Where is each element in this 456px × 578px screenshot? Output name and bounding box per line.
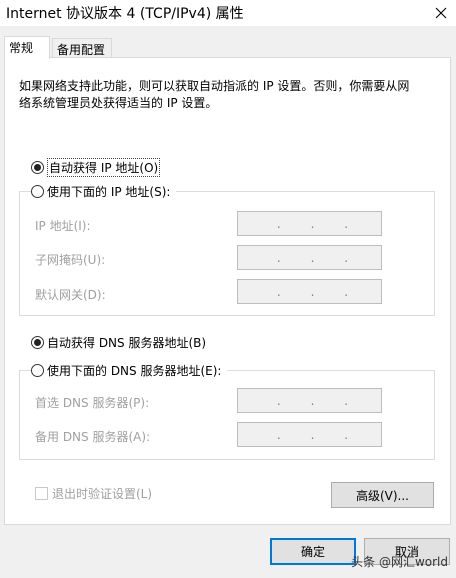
ip-manual-radio[interactable]: 使用下面的 IP 地址(S): bbox=[31, 183, 177, 200]
ip-dot: . bbox=[344, 393, 349, 408]
ip-dot: . bbox=[276, 216, 281, 231]
radio-button bbox=[31, 336, 44, 349]
checkbox-box bbox=[35, 487, 48, 500]
tab-strip: 常规 备用配置 bbox=[0, 36, 456, 59]
ip-dot: . bbox=[344, 427, 349, 442]
default-gateway-label: 默认网关(D): bbox=[35, 288, 106, 302]
ip-dot: . bbox=[344, 284, 349, 299]
ip-dot: . bbox=[344, 250, 349, 265]
tab-alternate-config-label: 备用配置 bbox=[57, 43, 106, 57]
ip-manual-label: 使用下面的 IP 地址(S): bbox=[47, 185, 171, 199]
ip-dot: . bbox=[276, 250, 281, 265]
advanced-button[interactable]: 高级(V)... bbox=[331, 482, 434, 508]
advanced-button-label: 高级(V)... bbox=[355, 488, 410, 503]
ip-dot: . bbox=[310, 393, 315, 408]
ip-dot: . bbox=[310, 250, 315, 265]
ip-dot: . bbox=[310, 284, 315, 299]
dns-auto-radio[interactable]: 自动获得 DNS 服务器地址(B) bbox=[31, 334, 206, 351]
ip-dot: . bbox=[310, 216, 315, 231]
title-bar: Internet 协议版本 4 (TCP/IPv4) 属性 bbox=[0, 0, 456, 26]
ok-button[interactable]: 确定 bbox=[270, 538, 356, 565]
alternate-dns-input[interactable]: . . . bbox=[237, 422, 382, 447]
close-icon bbox=[435, 7, 447, 19]
ip-dot: . bbox=[276, 284, 281, 299]
ip-dot: . bbox=[276, 393, 281, 408]
window-title: Internet 协议版本 4 (TCP/IPv4) 属性 bbox=[6, 6, 244, 22]
radio-button bbox=[31, 161, 44, 174]
general-panel: 如果网络支持此功能，则可以获取自动指派的 IP 设置。否则，你需要从网 络系统管… bbox=[4, 57, 451, 525]
subnet-mask-input[interactable]: . . . bbox=[237, 245, 382, 270]
preferred-dns-input[interactable]: . . . bbox=[237, 388, 382, 413]
ip-dot: . bbox=[276, 427, 281, 442]
tab-general-label: 常规 bbox=[9, 41, 34, 55]
ip-dot: . bbox=[310, 427, 315, 442]
validate-on-exit-checkbox[interactable]: 退出时验证设置(L) bbox=[35, 485, 152, 502]
dns-manual-label: 使用下面的 DNS 服务器地址(E): bbox=[47, 364, 222, 378]
tab-alternate-config[interactable]: 备用配置 bbox=[52, 38, 112, 58]
dns-manual-radio[interactable]: 使用下面的 DNS 服务器地址(E): bbox=[31, 362, 228, 379]
ip-address-input[interactable]: . . . bbox=[237, 211, 382, 236]
ip-address-label: IP 地址(I): bbox=[35, 219, 91, 233]
close-button[interactable] bbox=[426, 0, 456, 26]
preferred-dns-label: 首选 DNS 服务器(P): bbox=[35, 396, 150, 410]
subnet-mask-label: 子网掩码(U): bbox=[35, 253, 106, 267]
radio-button bbox=[31, 364, 44, 377]
radio-button bbox=[31, 185, 44, 198]
dns-auto-label: 自动获得 DNS 服务器地址(B) bbox=[47, 336, 207, 350]
description-line-1: 如果网络支持此功能，则可以获取自动指派的 IP 设置。否则，你需要从网 bbox=[19, 79, 410, 93]
ip-dot: . bbox=[344, 216, 349, 231]
ip-auto-radio[interactable]: 自动获得 IP 地址(O) bbox=[31, 158, 161, 177]
default-gateway-input[interactable]: . . . bbox=[237, 279, 382, 304]
tab-general[interactable]: 常规 bbox=[4, 36, 50, 59]
radio-selected-dot bbox=[34, 339, 41, 346]
ip-auto-label: 自动获得 IP 地址(O) bbox=[47, 158, 161, 177]
description-line-2: 络系统管理员处获得适当的 IP 设置。 bbox=[19, 96, 218, 110]
alternate-dns-label: 备用 DNS 服务器(A): bbox=[35, 430, 151, 444]
ok-button-label: 确定 bbox=[300, 545, 325, 559]
validate-on-exit-label: 退出时验证设置(L) bbox=[52, 487, 153, 501]
radio-selected-dot bbox=[34, 164, 41, 171]
watermark: 头条 @网汇world bbox=[351, 555, 448, 569]
